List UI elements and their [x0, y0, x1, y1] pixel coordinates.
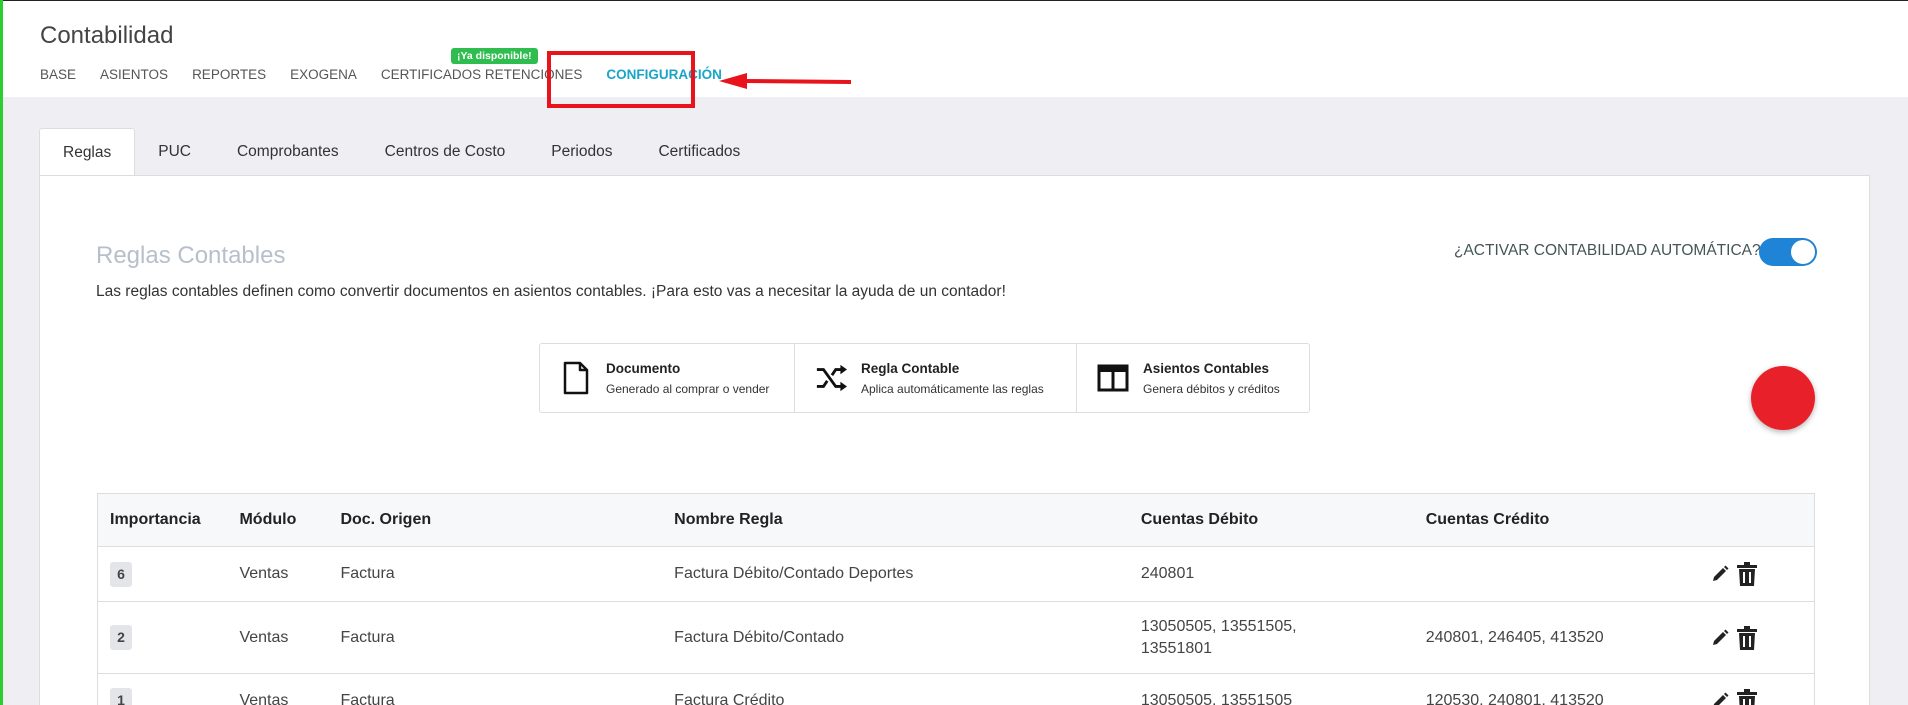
delete-trash-icon[interactable]: [1736, 625, 1757, 650]
col-header-cuentas-credito: Cuentas Crédito: [1413, 493, 1699, 547]
cell-doc-origen: Factura: [328, 546, 663, 602]
edit-pencil-icon[interactable]: [1711, 692, 1729, 705]
flow-step-documento: Documento Generado al comprar o vender: [540, 344, 794, 412]
page-title: Contabilidad: [40, 22, 174, 49]
cell-actions: [1698, 601, 1815, 674]
tab-certificados[interactable]: Certificados: [635, 128, 763, 176]
col-header-doc-origen: Doc. Origen: [328, 493, 663, 547]
window-left-border: [0, 0, 3, 705]
rules-panel: Reglas Contables Las reglas contables de…: [39, 175, 1870, 705]
shuffle-icon: [815, 360, 847, 396]
flow-step-subtitle: Generado al comprar o vender: [606, 381, 770, 396]
cell-credit-accounts: 240801, 246405, 413520: [1413, 601, 1699, 674]
cell-actions: [1698, 546, 1815, 602]
nav-item-exogena[interactable]: EXOGENA: [290, 67, 357, 87]
tab-puc[interactable]: PUC: [135, 128, 214, 176]
cell-importance: 1: [97, 673, 228, 705]
nav-item-base[interactable]: BASE: [40, 67, 76, 87]
flow-step-asientos-contables: Asientos Contables Genera débitos y créd…: [1076, 344, 1309, 412]
cell-rule-name: Factura Crédito: [662, 673, 1129, 705]
nav-item-reportes[interactable]: REPORTES: [192, 67, 266, 87]
flow-step-title: Documento: [606, 360, 681, 376]
table-row[interactable]: 2 Ventas Factura Factura Débito/Contado …: [97, 601, 1815, 674]
rules-table: Importancia Módulo Doc. Origen Nombre Re…: [97, 493, 1815, 705]
edit-pencil-icon[interactable]: [1711, 629, 1729, 647]
tab-reglas[interactable]: Reglas: [39, 128, 136, 176]
col-header-actions: [1698, 493, 1815, 547]
row-actions: [1711, 562, 1814, 586]
cell-debit-accounts: 13050505, 13551505: [1128, 673, 1414, 705]
row-actions: [1711, 688, 1814, 705]
cell-doc-origen: Factura: [328, 601, 663, 674]
flow-step-regla-contable: Regla Contable Aplica automáticamente la…: [794, 344, 1076, 412]
cell-module: Ventas: [227, 673, 329, 705]
flow-step-title: Asientos Contables: [1143, 360, 1270, 376]
cell-debit-accounts: 13050505, 13551505, 13551801: [1128, 601, 1414, 674]
document-icon: [560, 360, 592, 396]
cell-rule-name: Factura Débito/Contado: [662, 601, 1129, 674]
row-actions: [1711, 625, 1814, 650]
flow-step-subtitle: Aplica automáticamente las reglas: [861, 381, 1044, 396]
cell-module: Ventas: [227, 601, 329, 674]
edit-pencil-icon[interactable]: [1711, 565, 1729, 583]
flow-step-subtitle: Genera débitos y créditos: [1143, 381, 1280, 396]
importance-badge: 2: [110, 625, 132, 650]
annotation-highlight-box: [547, 51, 695, 108]
cell-rule-name: Factura Débito/Contado Deportes: [662, 546, 1129, 602]
add-rule-fab-button[interactable]: [1751, 366, 1815, 430]
table-row[interactable]: 1 Ventas Factura Factura Crédito 1305050…: [97, 673, 1815, 705]
cell-importance: 2: [97, 601, 228, 674]
new-badge: ¡Ya disponible!: [451, 48, 538, 64]
annotation-arrow-icon: [719, 73, 852, 89]
table-row[interactable]: 6 Ventas Factura Factura Débito/Contado …: [97, 546, 1815, 602]
columns-icon: [1097, 360, 1129, 396]
section-title: Reglas Contables: [96, 242, 286, 269]
flow-step-title: Regla Contable: [861, 360, 960, 376]
app-header: Contabilidad BASE ASIENTOS REPORTES EXOG…: [3, 1, 1908, 108]
delete-trash-icon[interactable]: [1736, 562, 1757, 586]
importance-badge: 6: [110, 561, 132, 587]
nav-item-asientos[interactable]: ASIENTOS: [100, 67, 168, 87]
auto-accounting-toggle[interactable]: [1759, 238, 1817, 266]
toggle-knob: [1791, 240, 1815, 264]
col-header-modulo: Módulo: [227, 493, 329, 547]
col-header-importancia: Importancia: [97, 493, 228, 547]
auto-accounting-label: ¿ACTIVAR CONTABILIDAD AUTOMÁTICA?: [1454, 242, 1761, 259]
tab-periodos[interactable]: Periodos: [528, 128, 635, 176]
config-tabs: Reglas PUC Comprobantes Centros de Costo…: [39, 128, 763, 176]
cell-debit-accounts: 240801: [1128, 546, 1414, 602]
importance-badge: 1: [110, 688, 132, 705]
cell-actions: [1698, 673, 1815, 705]
cell-doc-origen: Factura: [328, 673, 663, 705]
tab-comprobantes[interactable]: Comprobantes: [214, 128, 362, 176]
cell-credit-accounts: 120530, 240801, 413520: [1413, 673, 1699, 705]
cell-module: Ventas: [227, 546, 329, 602]
col-header-cuentas-debito: Cuentas Débito: [1128, 493, 1414, 547]
rules-flow: Documento Generado al comprar o vender R…: [539, 343, 1310, 413]
section-description: Las reglas contables definen como conver…: [96, 283, 1006, 300]
table-header-row: Importancia Módulo Doc. Origen Nombre Re…: [97, 493, 1815, 547]
tab-centros-de-costo[interactable]: Centros de Costo: [362, 128, 529, 176]
cell-credit-accounts: [1413, 546, 1699, 602]
delete-trash-icon[interactable]: [1736, 688, 1757, 705]
col-header-nombre-regla: Nombre Regla: [662, 493, 1129, 547]
cell-importance: 6: [97, 546, 228, 602]
